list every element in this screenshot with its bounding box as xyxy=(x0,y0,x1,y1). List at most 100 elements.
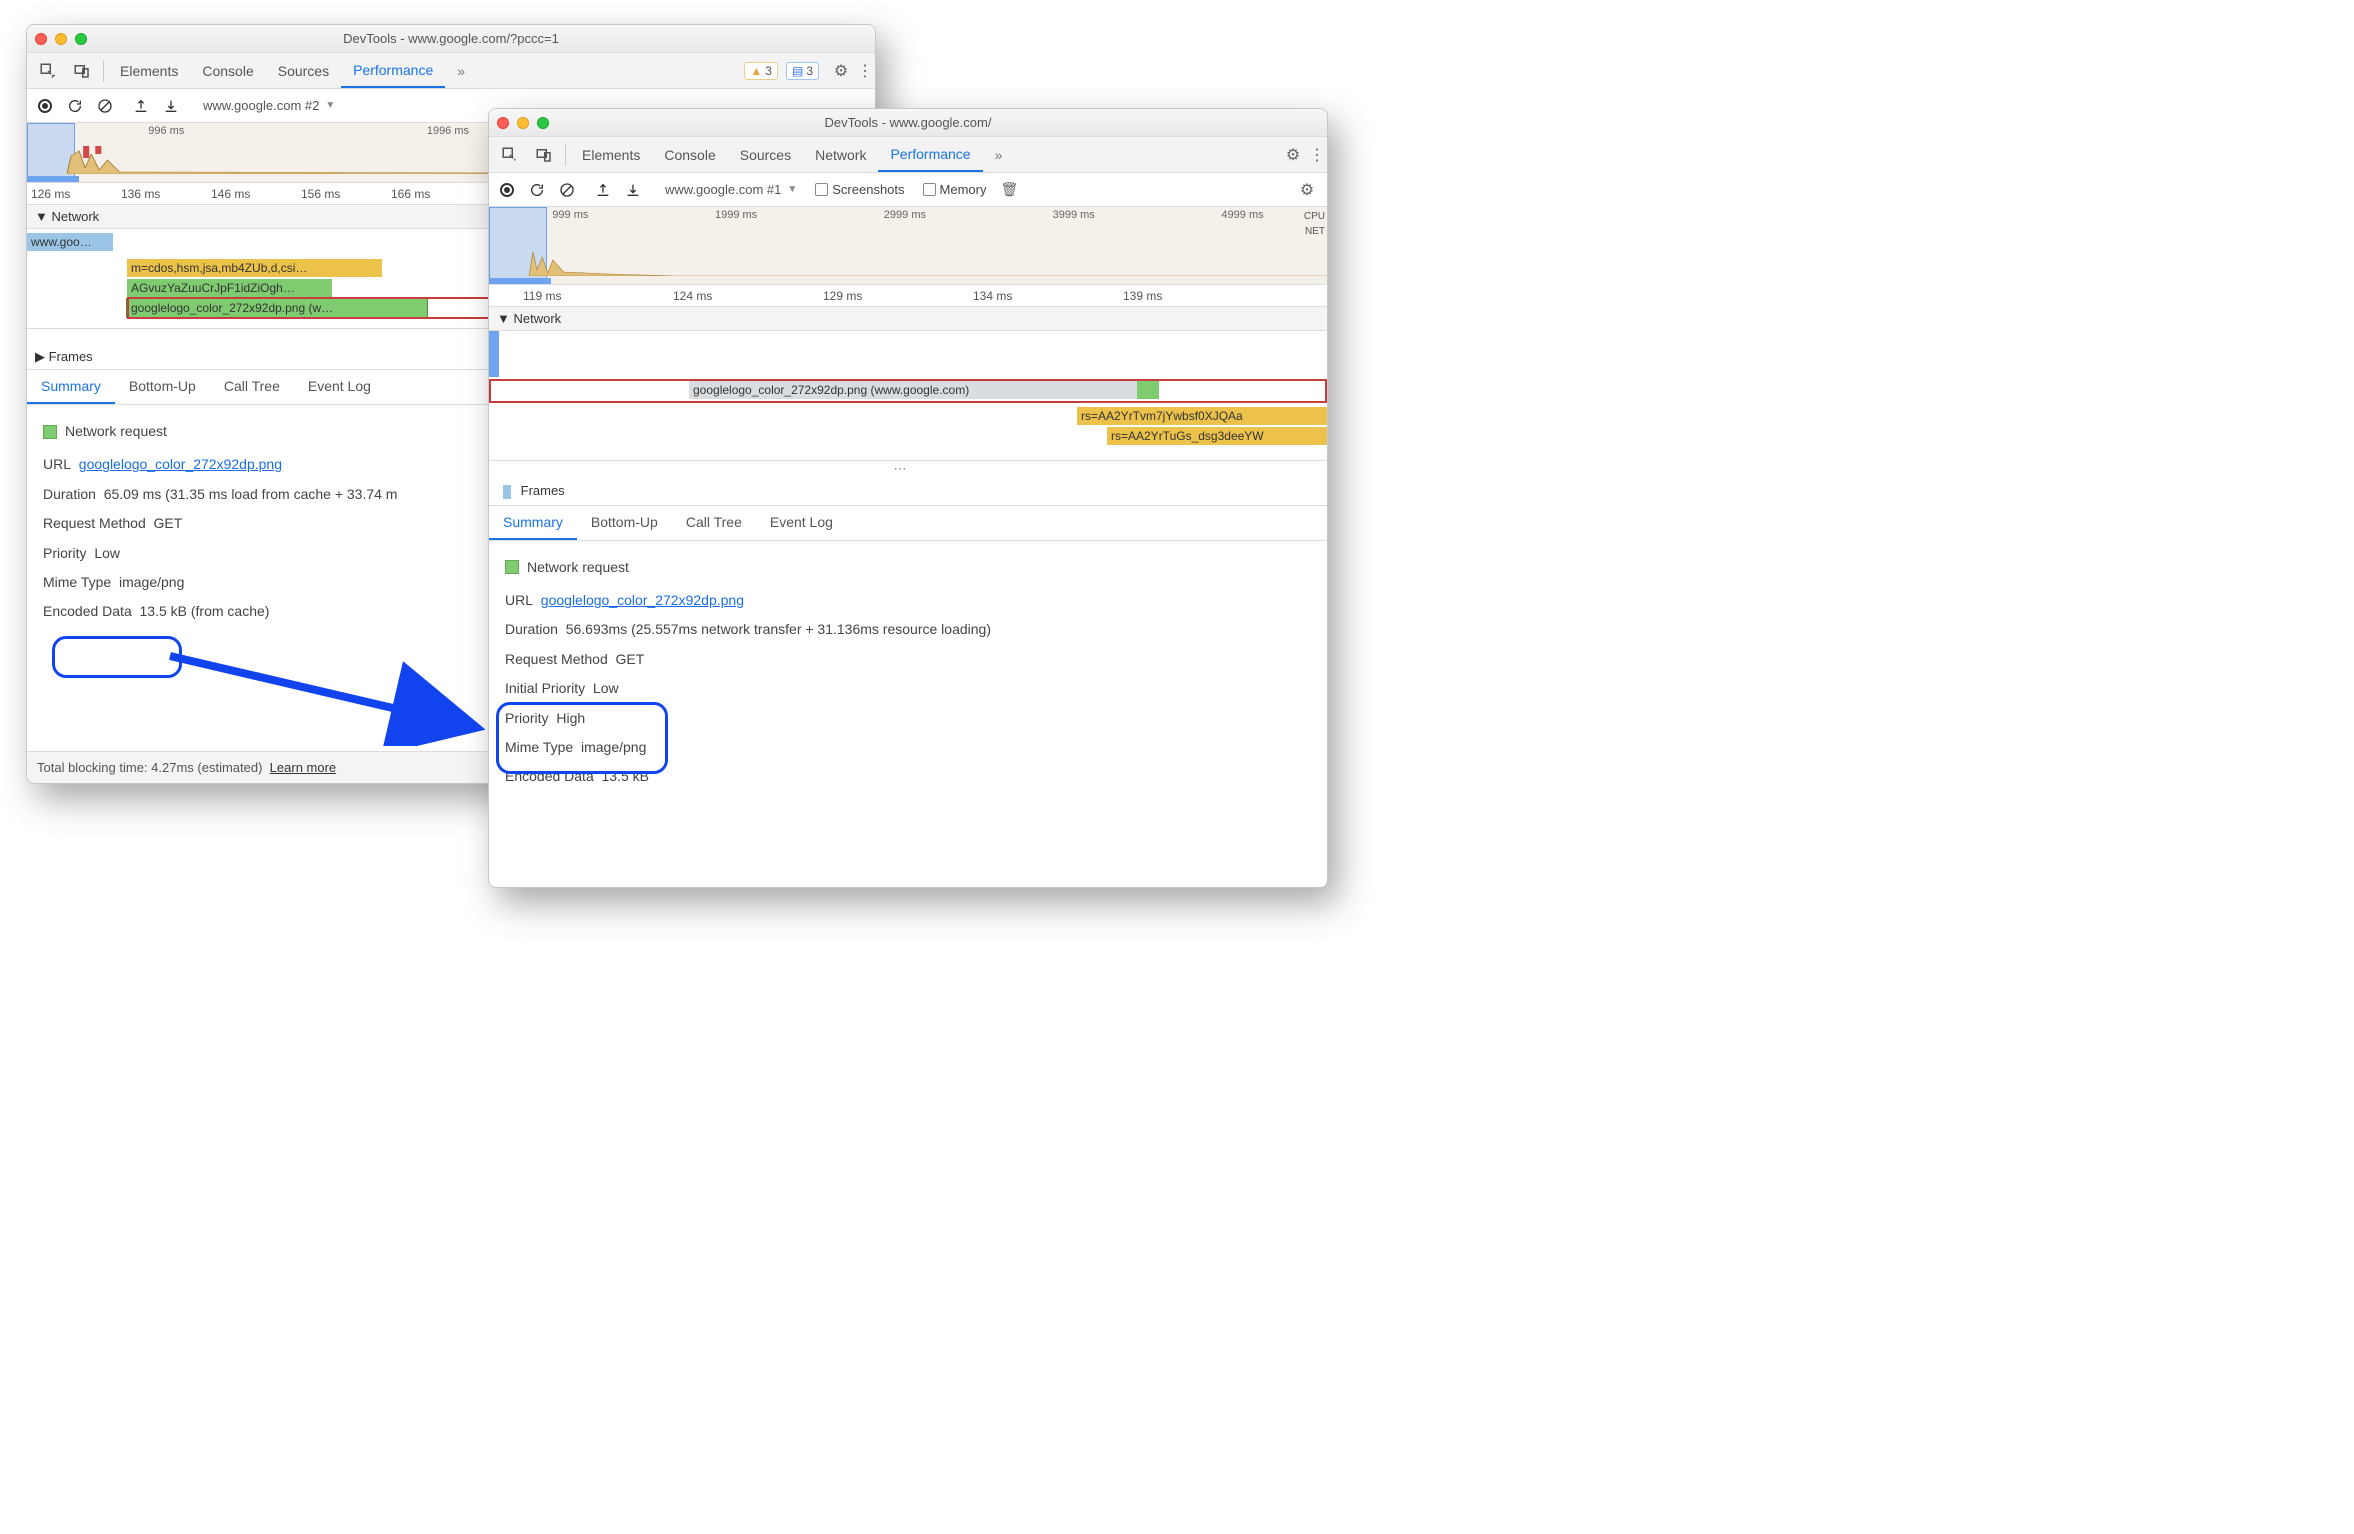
value-encoded: 13.5 kB (from cache) xyxy=(140,603,270,619)
upload-icon[interactable] xyxy=(591,178,615,202)
value-mime: image/png xyxy=(119,574,184,590)
settings-gear-icon[interactable]: ⚙ xyxy=(1279,145,1307,165)
record-icon[interactable] xyxy=(33,94,57,118)
label-method: Request Method xyxy=(505,645,608,674)
value-method: GET xyxy=(154,515,183,531)
tab-sources[interactable]: Sources xyxy=(266,53,341,88)
label-duration: Duration xyxy=(43,480,96,509)
learn-more-link[interactable]: Learn more xyxy=(270,760,336,775)
request-url-link[interactable]: googlelogo_color_272x92dp.png xyxy=(541,592,744,608)
wf-bar[interactable]: m=cdos,hsm,jsa,mb4ZUb,d,csi… xyxy=(127,259,382,277)
device-toggle-icon[interactable] xyxy=(529,140,559,170)
ruler-tick: 136 ms xyxy=(117,187,207,201)
tab-event-log[interactable]: Event Log xyxy=(294,370,385,404)
tab-sources[interactable]: Sources xyxy=(728,137,803,172)
tab-bottom-up[interactable]: Bottom-Up xyxy=(115,370,210,404)
download-icon[interactable] xyxy=(621,178,645,202)
screenshots-checkbox[interactable]: Screenshots xyxy=(815,182,904,197)
maximize-icon[interactable] xyxy=(75,33,87,45)
wf-bar[interactable]: AGvuzYaZuuCrJpF1idZiOgh… xyxy=(127,279,332,297)
value-priority: High xyxy=(556,710,585,726)
tab-performance[interactable]: Performance xyxy=(341,53,445,88)
tab-summary[interactable]: Summary xyxy=(489,506,577,540)
inspect-icon[interactable] xyxy=(495,140,525,170)
label-priority: Priority xyxy=(505,704,549,733)
reload-icon[interactable] xyxy=(525,178,549,202)
frame-swatch-icon xyxy=(503,485,511,499)
label-mime: Mime Type xyxy=(43,568,111,597)
inspect-icon[interactable] xyxy=(33,56,63,86)
value-mime: image/png xyxy=(581,739,646,755)
label-method: Request Method xyxy=(43,509,146,538)
label-priority: Priority xyxy=(43,539,87,568)
memory-checkbox[interactable]: Memory xyxy=(923,182,987,197)
wf-bar-selected[interactable]: googlelogo_color_272x92dp.png (w… xyxy=(127,299,427,317)
info-badge[interactable]: ▤3 xyxy=(786,62,819,80)
settings-gear-icon[interactable]: ⚙ xyxy=(827,61,855,81)
titlebar[interactable]: DevTools - www.google.com/ xyxy=(489,109,1327,137)
network-waterfall[interactable]: googlelogo_color_272x92dp.png (www.googl… xyxy=(489,331,1327,461)
trash-icon[interactable]: 🗑 xyxy=(1000,181,1018,198)
device-toggle-icon[interactable] xyxy=(67,56,97,86)
more-icon[interactable]: ⋮ xyxy=(855,61,875,81)
label-url: URL xyxy=(505,586,533,615)
footer-text: Total blocking time: 4.27ms (estimated) xyxy=(37,760,262,775)
timeline-ruler[interactable]: 119 ms 124 ms 129 ms 134 ms 139 ms xyxy=(489,285,1327,307)
wf-bar[interactable]: rs=AA2YrTuGs_dsg3deeYW xyxy=(1107,427,1327,445)
tabs-overflow-icon[interactable]: » xyxy=(983,137,1015,172)
tab-console[interactable]: Console xyxy=(190,53,265,88)
minimize-icon[interactable] xyxy=(517,117,529,129)
tab-summary[interactable]: Summary xyxy=(27,370,115,404)
overview-tick: 999 ms xyxy=(552,209,588,221)
wf-bar[interactable]: rs=AA2YrTvm7jYwbsf0XJQAa xyxy=(1077,407,1327,425)
tab-performance[interactable]: Performance xyxy=(878,137,982,172)
panel-gear-icon[interactable]: ⚙ xyxy=(1293,180,1321,200)
overview-netbar xyxy=(489,278,551,284)
clear-icon[interactable] xyxy=(555,178,579,202)
close-icon[interactable] xyxy=(497,117,509,129)
value-duration: 56.693ms (25.557ms network transfer + 31… xyxy=(566,621,991,637)
maximize-icon[interactable] xyxy=(537,117,549,129)
overview-tick: 1996 ms xyxy=(427,125,469,137)
recording-selector[interactable]: www.google.com #1▼ xyxy=(665,182,797,197)
frames-section-header[interactable]: Frames xyxy=(489,477,1327,506)
request-type-swatch-icon xyxy=(43,425,57,439)
network-section-header[interactable]: ▼ Network xyxy=(489,307,1327,331)
record-icon[interactable] xyxy=(495,178,519,202)
screenshots-label: Screenshots xyxy=(832,182,904,197)
overview-tick: 3999 ms xyxy=(1053,209,1095,221)
tab-elements[interactable]: Elements xyxy=(108,53,190,88)
wf-bar-tail xyxy=(1137,381,1159,399)
titlebar[interactable]: DevTools - www.google.com/?pccc=1 xyxy=(27,25,875,53)
ruler-tick: 139 ms xyxy=(1119,289,1269,303)
more-icon[interactable]: ⋮ xyxy=(1307,145,1327,165)
tab-console[interactable]: Console xyxy=(652,137,727,172)
wf-bar[interactable]: www.goo… xyxy=(27,233,113,251)
close-icon[interactable] xyxy=(35,33,47,45)
label-duration: Duration xyxy=(505,615,558,644)
tab-call-tree[interactable]: Call Tree xyxy=(210,370,294,404)
warning-badge[interactable]: ▲3 xyxy=(744,62,778,80)
wf-main-bar[interactable] xyxy=(489,331,499,377)
ruler-tick: 129 ms xyxy=(819,289,969,303)
tab-event-log[interactable]: Event Log xyxy=(756,506,847,540)
tab-elements[interactable]: Elements xyxy=(570,137,652,172)
clear-icon[interactable] xyxy=(93,94,117,118)
window-title: DevTools - www.google.com/?pccc=1 xyxy=(27,31,875,46)
download-icon[interactable] xyxy=(159,94,183,118)
request-url-link[interactable]: googlelogo_color_272x92dp.png xyxy=(79,456,282,472)
resizer-ellipsis-icon[interactable]: ⋯ xyxy=(489,461,1327,477)
tab-call-tree[interactable]: Call Tree xyxy=(672,506,756,540)
minimize-icon[interactable] xyxy=(55,33,67,45)
reload-icon[interactable] xyxy=(63,94,87,118)
tab-network[interactable]: Network xyxy=(803,137,878,172)
details-heading: Network request xyxy=(65,417,167,446)
tabs-overflow-icon[interactable]: » xyxy=(445,53,477,88)
timeline-overview[interactable]: 999 ms 1999 ms 2999 ms 3999 ms 4999 ms C… xyxy=(489,207,1327,285)
tab-bottom-up[interactable]: Bottom-Up xyxy=(577,506,672,540)
ruler-tick: 124 ms xyxy=(669,289,819,303)
recording-selector[interactable]: www.google.com #2▼ xyxy=(203,98,335,113)
upload-icon[interactable] xyxy=(129,94,153,118)
performance-toolbar: www.google.com #1▼ Screenshots Memory 🗑 … xyxy=(489,173,1327,207)
wf-bar-selected[interactable]: googlelogo_color_272x92dp.png (www.googl… xyxy=(689,381,1159,399)
